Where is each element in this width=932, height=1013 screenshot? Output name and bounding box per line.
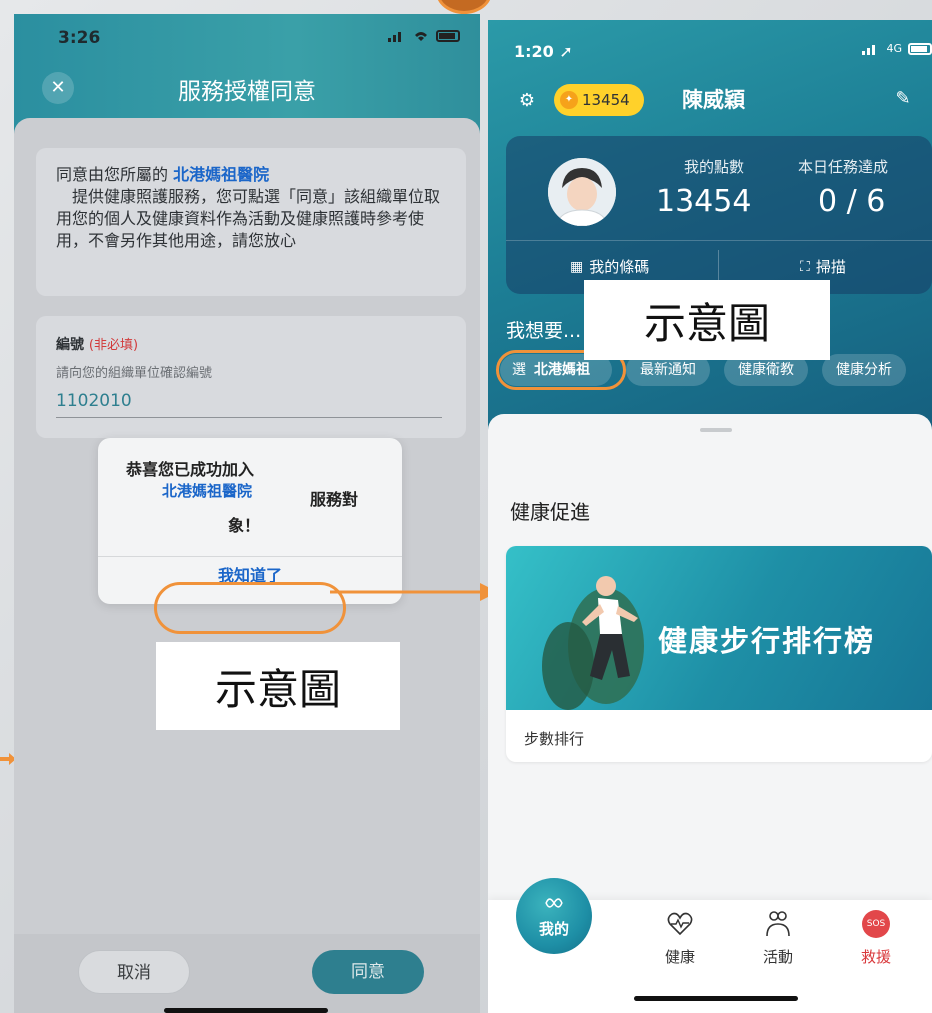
id-input[interactable] <box>56 391 442 418</box>
task-label: 本日任務達成 <box>798 158 889 176</box>
connector-arrow-icon <box>330 583 498 601</box>
cancel-button[interactable]: 取消 <box>78 950 190 994</box>
page-title: 服務授權同意 <box>178 79 316 105</box>
tab-activity[interactable]: 活動 <box>746 910 810 967</box>
tab-health[interactable]: 健康 <box>648 910 712 967</box>
want-label: 我想要... <box>506 320 582 342</box>
points-label: 我的點數 <box>684 158 745 176</box>
people-icon <box>766 911 790 937</box>
id-label-row: 編號 (非必填) <box>56 334 446 354</box>
home-screen: 1:20 ➚ 4G ⚙ ✦ 13454 陳威穎 ✎ 我的點數 13454 本日任 <box>488 20 932 1013</box>
points-pill[interactable]: ✦ 13454 <box>554 84 644 116</box>
dialog-message: 恭喜您已成功加入 北港媽祖醫院 服務對 象！ <box>98 456 402 556</box>
status-icons: 4G <box>862 42 932 55</box>
status-time-text: 1:20 <box>514 42 554 61</box>
home-header: 1:20 ➚ 4G ⚙ ✦ 13454 陳威穎 ✎ 我的點數 13454 本日任 <box>488 20 932 440</box>
user-name: 陳威穎 <box>682 88 745 112</box>
tab-activity-label: 活動 <box>762 948 793 966</box>
id-optional-tag: (非必填) <box>88 338 139 353</box>
scan-label: 掃描 <box>815 258 846 276</box>
stats-card: 我的點數 13454 本日任務達成 0 / 6 ▦ 我的條碼 ⛶ 掃描 <box>506 136 932 294</box>
edit-icon[interactable]: ✎ <box>892 88 914 110</box>
chip-health-analysis[interactable]: 健康分析 <box>822 354 906 386</box>
home-indicator <box>164 1008 328 1013</box>
tab-mine-label: 我的 <box>538 920 569 938</box>
tab-rescue-label: 救援 <box>860 948 891 966</box>
network-label: 4G <box>886 42 902 55</box>
consent-header: 3:26 ✕ 服務授權同意 <box>14 14 480 134</box>
barcode-icon: ▦ <box>570 258 584 275</box>
consent-footer: 取消 同意 <box>14 934 480 1013</box>
sos-icon: SOS <box>862 910 890 938</box>
id-card: 編號 (非必填) 請向您的組織單位確認編號 <box>36 316 466 438</box>
task-value: 0 / 6 <box>818 184 886 219</box>
scan-button[interactable]: ⛶ 掃描 <box>800 256 846 277</box>
signal-icon <box>862 44 876 55</box>
status-time: 1:20 ➚ <box>514 42 573 61</box>
runner-illustration <box>542 576 644 710</box>
agree-button[interactable]: 同意 <box>312 950 424 994</box>
demo-label-right: 示意圖 <box>584 280 830 360</box>
status-time: 3:26 <box>58 28 101 48</box>
id-label: 編號 <box>56 337 84 353</box>
bottom-tabbar: 我的 健康 活動 SOS 救援 <box>488 878 932 1013</box>
consent-prefix: 同意由您所屬的 <box>56 165 169 184</box>
walking-leaderboard-card[interactable]: 健康步行排行榜 步數排行 <box>506 546 932 762</box>
scan-icon: ⛶ <box>800 258 810 275</box>
dialog-end: 象！ <box>228 516 261 535</box>
stats-divider <box>506 240 932 241</box>
wifi-icon <box>415 32 427 41</box>
highlight-ring-ok <box>154 582 346 634</box>
signal-icon <box>388 32 401 42</box>
consent-body-text: 提供健康照護服務，您可點選「同意」該組織單位取用您的個人及健康資料作為活動及健康… <box>56 187 441 250</box>
consent-card: 同意由您所屬的 北港媽祖醫院 提供健康照護服務，您可點選「同意」該組織單位取用您… <box>36 148 466 296</box>
tab-mine[interactable]: 我的 <box>516 878 592 954</box>
battery-icon <box>908 42 932 55</box>
stats-vertical-divider <box>718 250 719 284</box>
dialog-service: 服務對 <box>310 490 359 509</box>
points-value: 13454 <box>656 184 752 219</box>
points-pill-value: 13454 <box>582 91 630 109</box>
heart-pulse-icon <box>667 912 693 936</box>
home-indicator <box>634 996 798 1001</box>
infinity-logo-icon <box>545 898 563 908</box>
promo-title: 健康步行排行榜 <box>658 624 876 658</box>
demo-label-left: 示意圖 <box>156 642 400 730</box>
consent-hospital: 北港媽祖醫院 <box>173 165 270 184</box>
tab-health-label: 健康 <box>664 948 695 966</box>
battery-icon <box>436 30 460 42</box>
avatar <box>548 158 616 226</box>
sheet-handle[interactable] <box>700 428 732 432</box>
promo-subtitle: 步數排行 <box>524 730 585 748</box>
my-barcode-button[interactable]: ▦ 我的條碼 <box>570 256 649 277</box>
points-icon: ✦ <box>560 91 578 109</box>
dialog-hospital: 北港媽祖醫院 <box>162 482 253 500</box>
gear-icon[interactable]: ⚙ <box>516 90 538 112</box>
barcode-label: 我的條碼 <box>589 258 650 276</box>
tab-rescue[interactable]: SOS 救援 <box>844 910 908 967</box>
id-hint: 請向您的組織單位確認編號 <box>56 366 213 381</box>
dialog-divider <box>98 556 402 557</box>
status-icons <box>388 30 460 42</box>
section-title: 健康促進 <box>510 500 590 524</box>
consent-screen: 3:26 ✕ 服務授權同意 同意由您所屬的 北港媽祖醫院 提供健康照護服務，您可… <box>14 14 480 1013</box>
promo-banner: 健康步行排行榜 <box>506 546 932 710</box>
dialog-line1: 恭喜您已成功加入 <box>126 460 255 479</box>
